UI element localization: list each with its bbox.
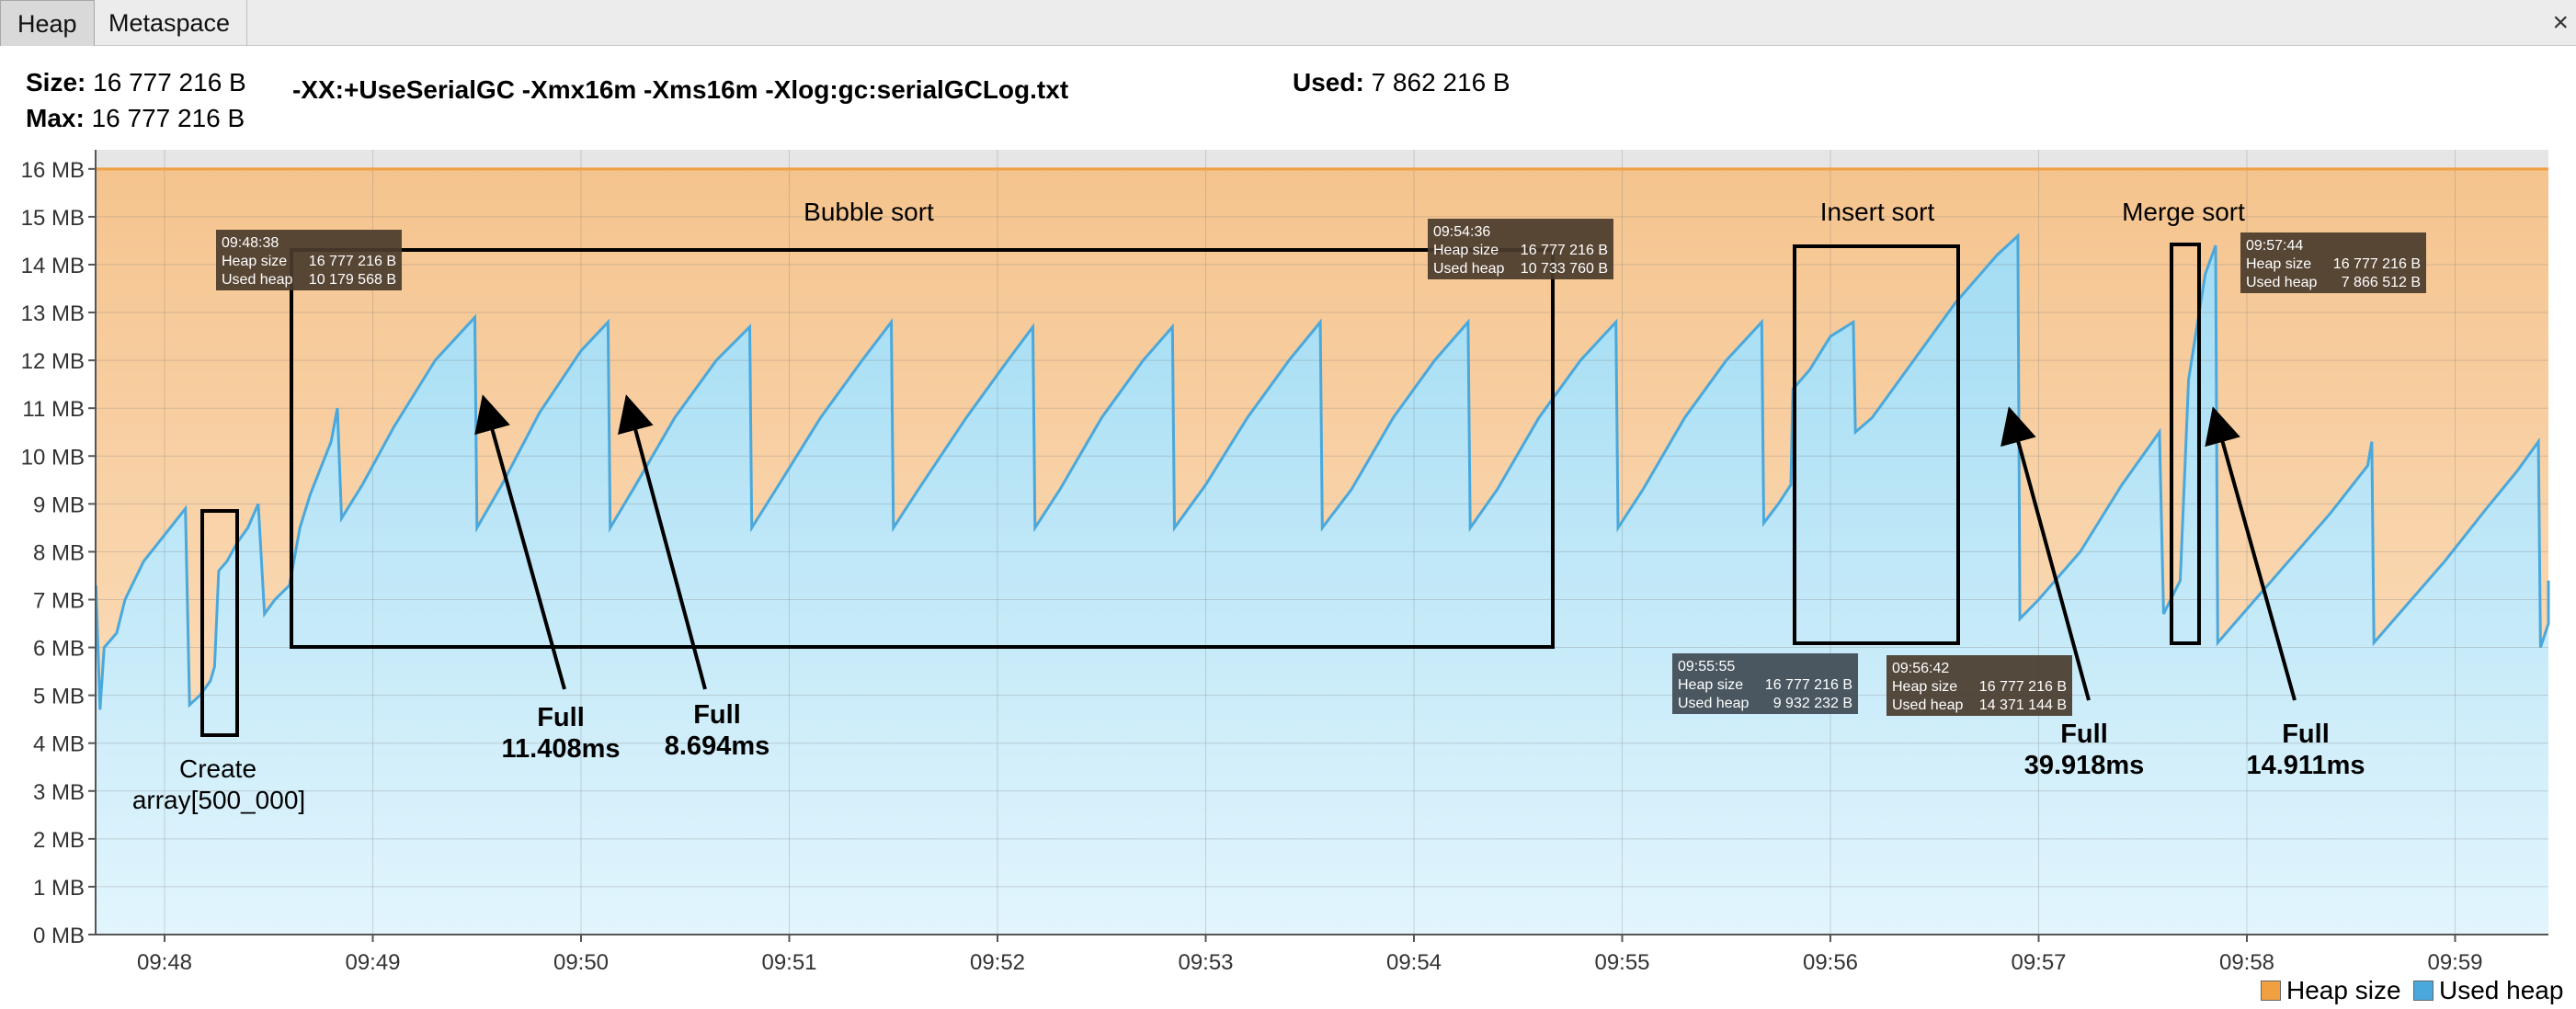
tooltip-used-label: Used heap [222, 272, 292, 288]
y-tick-label: 12 MB [21, 349, 85, 374]
y-tick-label: 8 MB [33, 540, 85, 565]
tooltip-heap-value: 16 777 216 B [309, 254, 396, 269]
y-tick-label: 5 MB [33, 685, 85, 709]
x-tick-label: 09:55 [1594, 950, 1649, 975]
legend-label-heap-size: Heap size [2286, 976, 2401, 1004]
region-label-insert-sort: Insert sort [1820, 198, 1935, 226]
y-tick-label: 2 MB [33, 828, 85, 853]
legend-used-heap: Used heap [2413, 976, 2563, 1005]
tooltip-time: 09:48:38 [222, 235, 279, 251]
x-tick-label: 09:59 [2427, 950, 2482, 975]
full-gc-time: 39.918ms [2024, 751, 2145, 780]
tooltip-used-value: 10 179 568 B [309, 272, 396, 288]
x-tick-label: 09:51 [761, 950, 816, 975]
y-tick-label: 9 MB [33, 493, 85, 517]
full-gc-time: 8.694ms [665, 731, 770, 761]
full-gc-time: 14.911ms [2246, 751, 2365, 780]
tooltip-heap-label: Heap size [222, 254, 287, 269]
y-tick-label: 14 MB [21, 254, 85, 278]
legend-label-used-heap: Used heap [2439, 976, 2564, 1004]
tooltip-time: 09:55:55 [1678, 659, 1735, 675]
x-tick-label: 09:50 [553, 950, 609, 975]
tooltip-used-value: 9 932 232 B [1773, 696, 1852, 711]
x-tick-label: 09:49 [345, 950, 400, 975]
full-gc-time: 11.408ms [501, 734, 620, 764]
tooltip-used-label: Used heap [1433, 261, 1504, 277]
tooltip-heap-label: Heap size [2246, 256, 2311, 272]
tooltip-time: 09:56:42 [1892, 661, 1949, 676]
y-tick-label: 16 MB [21, 158, 85, 183]
x-tick-label: 09:53 [1178, 950, 1233, 975]
tooltip-heap-label: Heap size [1678, 677, 1743, 693]
region-label-bubble-sort: Bubble sort [804, 198, 934, 226]
tooltip-heap-value: 16 777 216 B [2333, 256, 2421, 272]
heap-chart: 0 MB 1 MB 2 MB 3 MB 4 MB 5 MB 6 MB 7 MB 8 MB 9 MB… [21, 150, 2550, 975]
x-tick-label: 09:58 [2219, 950, 2274, 975]
full-gc-label: Full [693, 700, 741, 730]
tooltip-heap-value: 16 777 216 B [1979, 679, 2067, 695]
legend-swatch-heap-size [2261, 981, 2281, 1001]
full-gc-label: Full [2282, 720, 2330, 749]
create-label-line1: Create [179, 754, 256, 783]
tooltip-used-label: Used heap [1892, 697, 1963, 713]
x-tick-label: 09:54 [1386, 950, 1442, 975]
y-tick-label: 7 MB [33, 588, 85, 613]
x-tick-label: 09:48 [137, 950, 192, 975]
full-gc-label: Full [537, 703, 585, 732]
tooltip-heap-value: 16 777 216 B [1765, 677, 1852, 693]
x-tick-label: 09:57 [2011, 950, 2066, 975]
y-tick-label: 15 MB [21, 206, 85, 231]
full-gc-label: Full [2060, 720, 2108, 749]
y-tick-label: 0 MB [33, 924, 85, 948]
tooltip-used-label: Used heap [1678, 696, 1749, 711]
y-tick-label: 4 MB [33, 732, 85, 757]
tooltip-time: 09:57:44 [2246, 238, 2303, 254]
y-tick-label: 3 MB [33, 780, 85, 805]
legend-swatch-used-heap [2413, 981, 2434, 1001]
y-tick-label: 10 MB [21, 445, 85, 470]
tooltip-used-value: 7 866 512 B [2342, 275, 2421, 290]
y-tick-label: 13 MB [21, 301, 85, 326]
tooltip-heap-value: 16 777 216 B [1521, 243, 1608, 258]
region-label-merge-sort: Merge sort [2122, 198, 2245, 226]
legend-heap-size: Heap size [2261, 976, 2401, 1005]
tooltip-used-label: Used heap [2246, 275, 2317, 290]
y-tick-label: 1 MB [33, 876, 85, 901]
y-tick-label: 6 MB [33, 637, 85, 662]
tooltip-used-value: 10 733 760 B [1521, 261, 1608, 277]
tooltip-time: 09:54:36 [1433, 224, 1490, 240]
tooltip-heap-label: Heap size [1433, 243, 1499, 258]
x-tick-label: 09:52 [970, 950, 1025, 975]
tooltip-heap-label: Heap size [1892, 679, 1957, 695]
x-tick-label: 09:56 [1803, 950, 1858, 975]
create-label-line2: array[500_000] [132, 786, 305, 814]
y-tick-label: 11 MB [22, 397, 85, 422]
tooltip-used-value: 14 371 144 B [1979, 697, 2067, 713]
